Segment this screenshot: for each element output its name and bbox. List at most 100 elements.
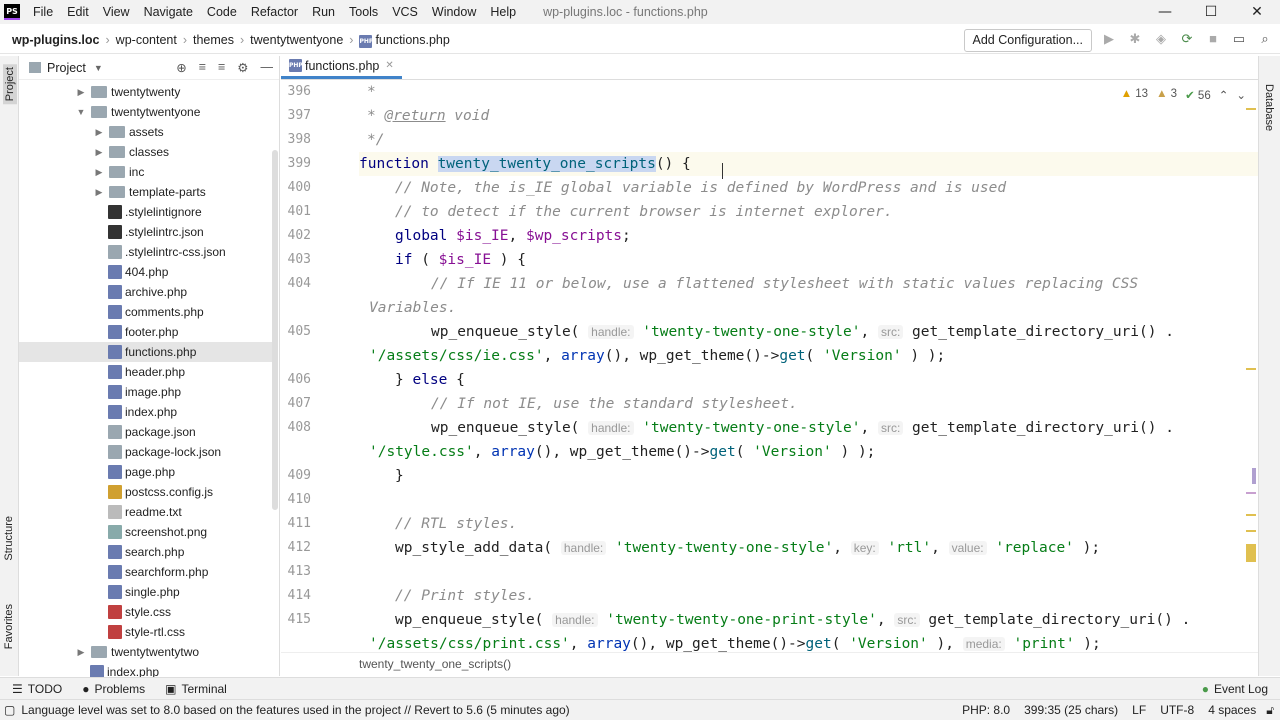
tree-item[interactable]: package-lock.json bbox=[19, 442, 278, 462]
chevron-right-icon[interactable]: ▶ bbox=[93, 127, 105, 138]
indent-setting[interactable]: 4 spaces bbox=[1208, 703, 1256, 717]
menu-tools[interactable]: Tools bbox=[342, 5, 385, 19]
crumb-project[interactable]: wp-plugins.loc bbox=[12, 33, 100, 47]
tree-item[interactable]: .stylelintrc.json bbox=[19, 222, 278, 242]
close-tab-icon[interactable]: ✕ bbox=[385, 60, 393, 71]
tree-item[interactable]: search.php bbox=[19, 542, 278, 562]
maximize-button[interactable]: ☐ bbox=[1188, 0, 1234, 24]
layout-icon[interactable]: ▭ bbox=[1230, 31, 1248, 47]
crumb-file[interactable]: PHP functions.php bbox=[359, 33, 450, 48]
chevron-right-icon[interactable]: ▶ bbox=[93, 147, 105, 158]
tree-item[interactable]: 404.php bbox=[19, 262, 278, 282]
file-encoding[interactable]: UTF-8 bbox=[1160, 703, 1194, 717]
tree-item[interactable]: style.css bbox=[19, 602, 278, 622]
menu-edit[interactable]: Edit bbox=[60, 5, 96, 19]
project-tool-tab[interactable]: Project bbox=[3, 64, 17, 105]
tree-item[interactable]: ▼ twentytwentyone bbox=[19, 102, 278, 122]
tree-item[interactable]: comments.php bbox=[19, 302, 278, 322]
profile-icon[interactable]: ⟳ bbox=[1178, 31, 1196, 47]
expand-all-icon[interactable]: ≡ bbox=[199, 60, 206, 75]
run-icon[interactable]: ▶ bbox=[1100, 31, 1118, 47]
favorites-tool-tab[interactable]: Favorites bbox=[3, 604, 15, 649]
chevron-right-icon[interactable]: ▶ bbox=[75, 87, 87, 98]
menu-refactor[interactable]: Refactor bbox=[244, 5, 305, 19]
line-separator[interactable]: LF bbox=[1132, 703, 1146, 717]
crumb-theme[interactable]: twentytwentyone bbox=[250, 33, 343, 47]
code-breadcrumb[interactable]: twenty_twenty_one_scripts() bbox=[281, 652, 1258, 676]
line-number[interactable]: 402 bbox=[281, 224, 311, 248]
tree-item[interactable]: style-rtl.css bbox=[19, 622, 278, 642]
menu-help[interactable]: Help bbox=[483, 5, 523, 19]
todo-tab[interactable]: ☰ TODO bbox=[12, 682, 62, 696]
tree-item[interactable]: screenshot.png bbox=[19, 522, 278, 542]
problems-tab[interactable]: ● Problems bbox=[82, 682, 145, 696]
debug-icon[interactable]: ✱ bbox=[1126, 31, 1144, 47]
project-panel-title[interactable]: Project bbox=[47, 61, 86, 75]
menu-file[interactable]: File bbox=[26, 5, 60, 19]
line-number[interactable]: 410 bbox=[281, 488, 311, 512]
line-number[interactable]: 409 bbox=[281, 464, 311, 488]
tree-item[interactable]: ▶ twentytwentytwo bbox=[19, 642, 278, 662]
database-tool-tab[interactable]: Database bbox=[1263, 84, 1275, 131]
tree-item[interactable]: archive.php bbox=[19, 282, 278, 302]
line-number[interactable]: 414 bbox=[281, 584, 311, 608]
line-number[interactable]: 396 bbox=[281, 80, 311, 104]
chevron-down-icon[interactable]: ▼ bbox=[75, 107, 87, 117]
line-number[interactable]: 413 bbox=[281, 560, 311, 584]
line-number[interactable]: 400 bbox=[281, 176, 311, 200]
line-number[interactable]: 404 bbox=[281, 272, 311, 296]
tree-item[interactable]: header.php bbox=[19, 362, 278, 382]
crumb-themes[interactable]: themes bbox=[193, 33, 234, 47]
line-number[interactable]: 397 bbox=[281, 104, 311, 128]
line-number[interactable]: 401 bbox=[281, 200, 311, 224]
crumb-wp-content[interactable]: wp-content bbox=[116, 33, 177, 47]
tree-item[interactable]: ▶ template-parts bbox=[19, 182, 278, 202]
line-number[interactable]: 411 bbox=[281, 512, 311, 536]
event-log-tab[interactable]: ● Event Log bbox=[1202, 682, 1268, 696]
collapse-all-icon[interactable]: ≡ bbox=[218, 60, 225, 75]
locate-icon[interactable]: ⊕ bbox=[176, 60, 186, 75]
tree-item[interactable]: .stylelintignore bbox=[19, 202, 278, 222]
tree-item[interactable]: index.php bbox=[19, 402, 278, 422]
line-number[interactable]: 405 bbox=[281, 320, 311, 344]
menu-window[interactable]: Window bbox=[425, 5, 483, 19]
tree-item[interactable]: ▶ twentytwenty bbox=[19, 82, 278, 102]
code-editor[interactable]: * * @return void */ function twenty_twen… bbox=[359, 80, 1258, 652]
php-level[interactable]: PHP: 8.0 bbox=[962, 703, 1010, 717]
tree-item[interactable]: .stylelintrc-css.json bbox=[19, 242, 278, 262]
tree-item[interactable]: functions.php bbox=[19, 342, 278, 362]
menu-code[interactable]: Code bbox=[200, 5, 244, 19]
caret-position[interactable]: 399:35 (25 chars) bbox=[1024, 703, 1118, 717]
line-number[interactable]: 412 bbox=[281, 536, 311, 560]
tree-item[interactable]: searchform.php bbox=[19, 562, 278, 582]
menu-navigate[interactable]: Navigate bbox=[137, 5, 200, 19]
line-number[interactable]: 415 bbox=[281, 608, 311, 632]
tree-item[interactable]: image.php bbox=[19, 382, 278, 402]
line-number[interactable]: 406 bbox=[281, 368, 311, 392]
tree-item[interactable]: footer.php bbox=[19, 322, 278, 342]
line-number[interactable]: 408 bbox=[281, 416, 311, 440]
stop-icon[interactable]: ■ bbox=[1204, 31, 1222, 47]
line-number[interactable]: 407 bbox=[281, 392, 311, 416]
search-everywhere-icon[interactable]: ⌕ bbox=[1256, 31, 1274, 47]
close-window-button[interactable]: ✕ bbox=[1234, 0, 1280, 24]
status-indicator-icon[interactable]: ▢ bbox=[4, 703, 15, 717]
tree-item[interactable]: single.php bbox=[19, 582, 278, 602]
tree-item[interactable]: package.json bbox=[19, 422, 278, 442]
tree-item[interactable]: page.php bbox=[19, 462, 278, 482]
menu-view[interactable]: View bbox=[96, 5, 137, 19]
chevron-right-icon[interactable]: ▶ bbox=[75, 647, 87, 658]
tab-functions-php[interactable]: PHP functions.php ✕ bbox=[281, 55, 402, 79]
add-configuration-button[interactable]: Add Configuration... bbox=[963, 29, 1092, 52]
hide-icon[interactable]: — bbox=[261, 60, 274, 75]
error-stripe[interactable] bbox=[1244, 96, 1258, 656]
tree-item[interactable]: ▶ classes bbox=[19, 142, 278, 162]
minimize-button[interactable]: — bbox=[1142, 0, 1188, 24]
lock-icon[interactable]: 🔓︎ bbox=[1266, 703, 1274, 718]
gear-icon[interactable]: ⚙ bbox=[237, 60, 248, 75]
tree-scrollbar[interactable] bbox=[272, 80, 279, 676]
tree-item[interactable]: postcss.config.js bbox=[19, 482, 278, 502]
structure-tool-tab[interactable]: Structure bbox=[3, 516, 15, 561]
line-number[interactable]: 399 bbox=[281, 152, 311, 176]
chevron-down-icon[interactable]: ▼ bbox=[94, 63, 103, 73]
